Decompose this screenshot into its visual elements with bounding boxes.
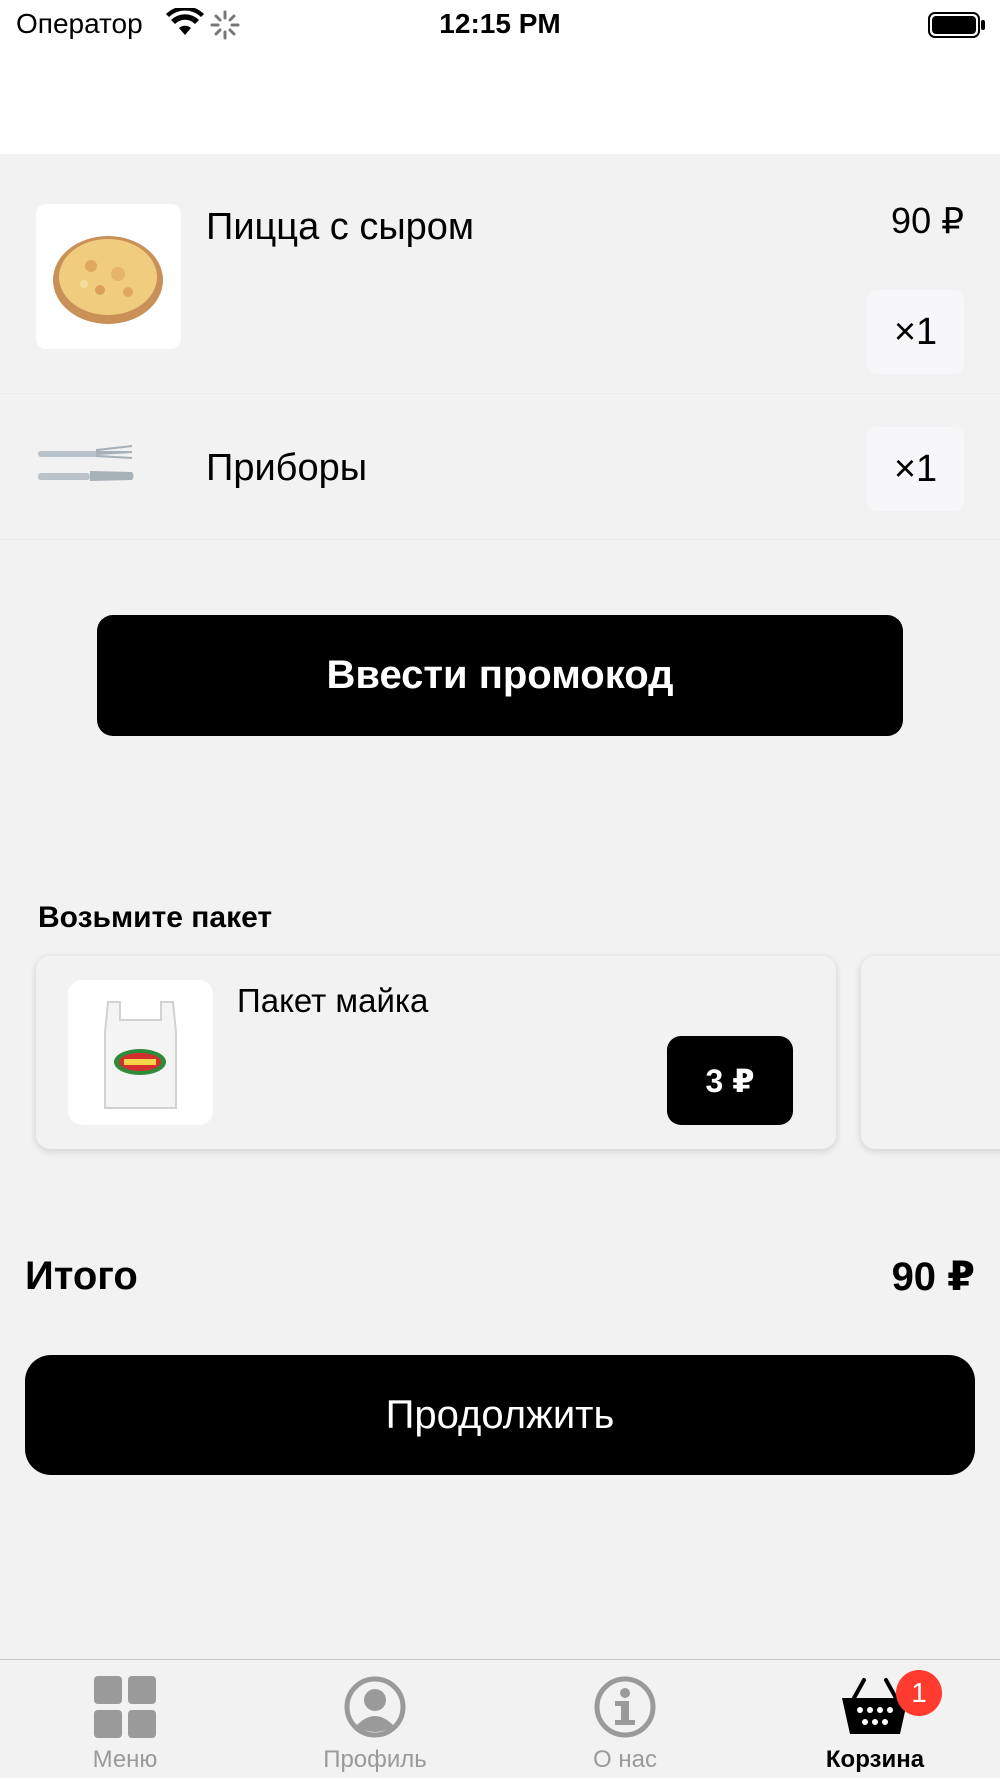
- tab-bar: Меню Профиль О нас 1 Корзина: [0, 1659, 1000, 1778]
- quantity-stepper[interactable]: ×1: [867, 427, 964, 511]
- bag-product-name: Пакет майка: [237, 982, 429, 1019]
- profile-icon: [250, 1676, 500, 1738]
- bag-product-card[interactable]: Пакет майка 3 ₽: [36, 956, 836, 1149]
- promo-code-button[interactable]: Ввести промокод: [97, 615, 903, 736]
- item-name: Пицца с сыром: [206, 206, 475, 248]
- cutlery-icon: [36, 435, 136, 500]
- total-value: 90 ₽: [891, 1255, 975, 1299]
- tab-profile[interactable]: Профиль: [250, 1660, 500, 1778]
- cart-item-pizza[interactable]: Пицца с сыром 90 ₽ ×1: [0, 154, 1000, 394]
- pizza-image: [36, 204, 181, 349]
- continue-button[interactable]: Продолжить: [25, 1355, 975, 1475]
- tab-label: О нас: [593, 1746, 657, 1773]
- quantity-stepper[interactable]: ×1: [867, 290, 964, 374]
- bag-section-heading: Возьмите пакет: [38, 901, 273, 934]
- add-bag-price-button[interactable]: 3 ₽: [667, 1036, 793, 1125]
- tab-cart[interactable]: 1 Корзина: [750, 1660, 1000, 1778]
- navigation-area: [0, 50, 1000, 154]
- grid-icon: [0, 1676, 250, 1738]
- cart-count-badge: 1: [896, 1670, 942, 1716]
- tab-label: Корзина: [825, 1746, 925, 1773]
- total-label: Итого: [25, 1254, 138, 1298]
- status-time: 12:15 PM: [439, 8, 561, 39]
- item-name: Приборы: [206, 447, 368, 489]
- cart-item-cutlery[interactable]: Приборы ×1: [0, 395, 1000, 540]
- tab-menu[interactable]: Меню: [0, 1660, 250, 1778]
- tab-about[interactable]: О нас: [500, 1660, 750, 1778]
- item-price: 90 ₽: [891, 200, 964, 241]
- plastic-bag-image: [68, 980, 213, 1125]
- basket-icon: [750, 1676, 1000, 1738]
- status-bar: Оператор 12:15 PM: [0, 0, 1000, 50]
- tab-label: Профиль: [323, 1746, 427, 1773]
- tab-label: Меню: [92, 1746, 158, 1773]
- battery-icon: [928, 12, 986, 43]
- bag-product-card[interactable]: [861, 956, 1000, 1149]
- info-icon: [500, 1676, 750, 1738]
